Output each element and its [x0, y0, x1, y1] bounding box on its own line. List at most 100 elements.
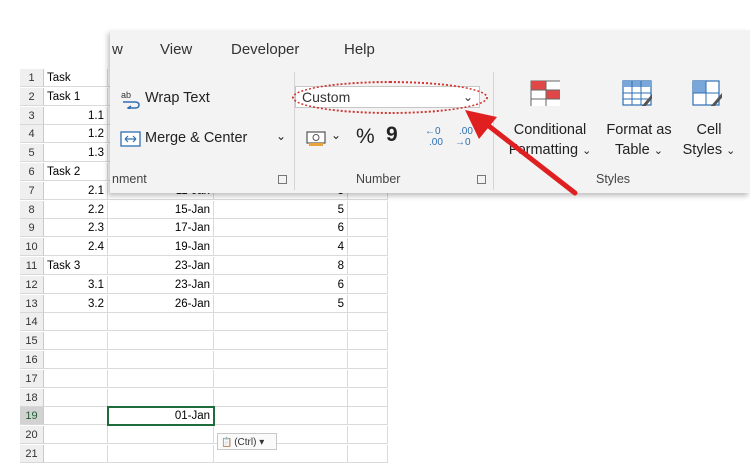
cell-c-19[interactable] [214, 407, 348, 425]
cell-b-21[interactable] [108, 445, 214, 463]
tab-help[interactable]: Help [344, 41, 375, 58]
cell-d-18[interactable] [348, 389, 388, 407]
row-header[interactable]: 16 [20, 351, 44, 369]
cell-a-2[interactable]: Task 1 [44, 88, 108, 106]
cell-a-19[interactable] [44, 407, 108, 425]
cell-b-20[interactable] [108, 426, 214, 444]
row-header[interactable]: 10 [20, 238, 44, 256]
cell-d-11[interactable] [348, 257, 388, 275]
wrap-text-label: Wrap Text [145, 90, 210, 106]
cell-c-8[interactable]: 5 [214, 201, 348, 219]
cell-a-16[interactable] [44, 351, 108, 369]
cell-a-10[interactable]: 2.4 [44, 238, 108, 256]
cell-b-15[interactable] [108, 332, 214, 350]
cell-a-5[interactable]: 1.3 [44, 144, 108, 162]
cell-d-15[interactable] [348, 332, 388, 350]
cell-c-10[interactable]: 4 [214, 238, 348, 256]
row-header[interactable]: 2 [20, 88, 44, 106]
cell-b-18[interactable] [108, 389, 214, 407]
cell-c-9[interactable]: 6 [214, 219, 348, 237]
tab-partial-w[interactable]: w [112, 41, 123, 58]
cell-a-20[interactable] [44, 426, 108, 444]
row-header[interactable]: 8 [20, 201, 44, 219]
cell-a-15[interactable] [44, 332, 108, 350]
row-header[interactable]: 11 [20, 257, 44, 275]
cell-a-4[interactable]: 1.2 [44, 125, 108, 143]
cell-styles-button[interactable]: Cell Styles ⌄ [678, 76, 738, 166]
row-header[interactable]: 9 [20, 219, 44, 237]
cell-a-21[interactable] [44, 445, 108, 463]
row-header[interactable]: 4 [20, 125, 44, 143]
row-header[interactable]: 3 [20, 107, 44, 125]
comma-style-button[interactable]: 9 [386, 123, 398, 147]
paste-options-button[interactable]: 📋 (Ctrl) ▾ [217, 433, 277, 450]
cell-c-12[interactable]: 6 [214, 276, 348, 294]
cell-d-17[interactable] [348, 370, 388, 388]
cell-c-13[interactable]: 5 [214, 295, 348, 313]
cell-b-14[interactable] [108, 313, 214, 331]
alignment-group-label: nment [112, 172, 147, 186]
row-header[interactable]: 15 [20, 332, 44, 350]
format-as-table-button[interactable]: Format as Table ⌄ [600, 76, 680, 166]
row-header[interactable]: 21 [20, 445, 44, 463]
row-header[interactable]: 18 [20, 389, 44, 407]
wrap-text-button[interactable]: ab Wrap Text [120, 87, 250, 111]
cell-a-7[interactable]: 2.1 [44, 182, 108, 200]
row-header[interactable]: 13 [20, 295, 44, 313]
cell-b-17[interactable] [108, 370, 214, 388]
cell-c-18[interactable] [214, 389, 348, 407]
cell-a-9[interactable]: 2.3 [44, 219, 108, 237]
cell-b-8[interactable]: 15-Jan [108, 201, 214, 219]
cell-a-13[interactable]: 3.2 [44, 295, 108, 313]
cell-d-13[interactable] [348, 295, 388, 313]
cell-d-8[interactable] [348, 201, 388, 219]
cell-d-12[interactable] [348, 276, 388, 294]
tab-developer[interactable]: Developer [231, 41, 299, 58]
row-header[interactable]: 20 [20, 426, 44, 444]
row-header[interactable]: 1 [20, 69, 44, 87]
cell-c-16[interactable] [214, 351, 348, 369]
cell-a-14[interactable] [44, 313, 108, 331]
cell-a-8[interactable]: 2.2 [44, 201, 108, 219]
row-header[interactable]: 12 [20, 276, 44, 294]
cell-c-11[interactable]: 8 [214, 257, 348, 275]
cell-a-17[interactable] [44, 370, 108, 388]
row-header[interactable]: 5 [20, 144, 44, 162]
row-header[interactable]: 17 [20, 370, 44, 388]
cell-d-9[interactable] [348, 219, 388, 237]
paste-options-label: (Ctrl) [234, 437, 257, 448]
cell-b-13[interactable]: 26-Jan [108, 295, 214, 313]
format-as-table-icon [622, 80, 652, 106]
cell-b-11[interactable]: 23-Jan [108, 257, 214, 275]
cell-d-19[interactable] [348, 407, 388, 425]
increase-decimal-label: .00 [429, 137, 443, 148]
cell-d-16[interactable] [348, 351, 388, 369]
row-header[interactable]: 19 [20, 407, 44, 425]
alignment-launcher-icon[interactable] [278, 175, 287, 184]
cell-c-15[interactable] [214, 332, 348, 350]
merge-center-button[interactable]: Merge & Center ⌄ [120, 128, 290, 152]
cell-a-3[interactable]: 1.1 [44, 107, 108, 125]
cell-b-10[interactable]: 19-Jan [108, 238, 214, 256]
cell-b-16[interactable] [108, 351, 214, 369]
cell-b-9[interactable]: 17-Jan [108, 219, 214, 237]
increase-decimal-button[interactable]: ←0 .00 [423, 126, 449, 150]
cell-b-12[interactable]: 23-Jan [108, 276, 214, 294]
cell-a-12[interactable]: 3.1 [44, 276, 108, 294]
accounting-format-button[interactable]: ⌄ [305, 126, 349, 150]
cell-a-11[interactable]: Task 3 [44, 257, 108, 275]
cell-d-21[interactable] [348, 445, 388, 463]
row-header[interactable]: 14 [20, 313, 44, 331]
cell-d-10[interactable] [348, 238, 388, 256]
cell-a-1[interactable]: Task [44, 69, 108, 87]
cell-a-18[interactable] [44, 389, 108, 407]
cell-d-20[interactable] [348, 426, 388, 444]
tab-view[interactable]: View [160, 41, 192, 58]
cell-c-17[interactable] [214, 370, 348, 388]
cell-a-6[interactable]: Task 2 [44, 163, 108, 181]
row-header[interactable]: 6 [20, 163, 44, 181]
percent-style-button[interactable]: % [356, 125, 375, 149]
cell-c-14[interactable] [214, 313, 348, 331]
cell-d-14[interactable] [348, 313, 388, 331]
row-header[interactable]: 7 [20, 182, 44, 200]
